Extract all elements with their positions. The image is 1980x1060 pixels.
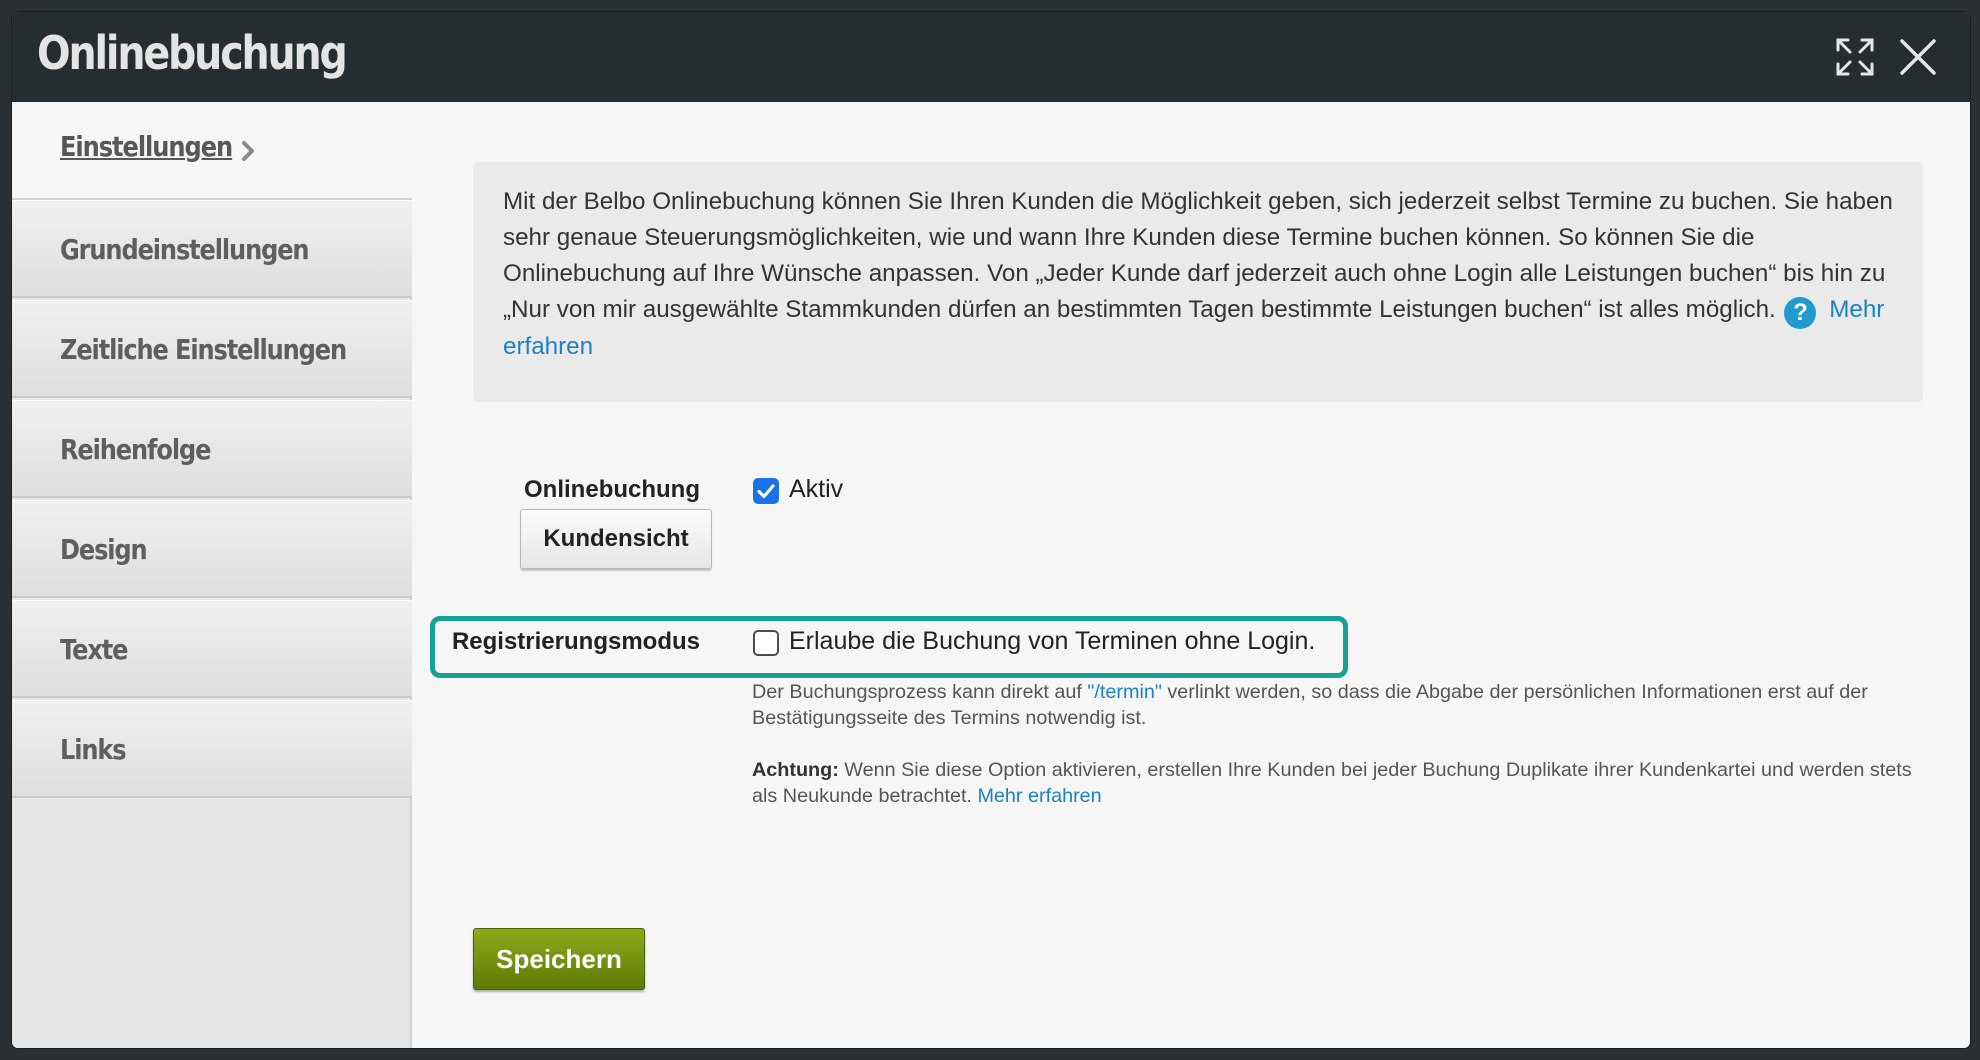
checkmark-icon [757,484,775,499]
expand-icon [1836,38,1874,76]
sidebar-item-reihenfolge[interactable]: Reihenfolge [12,400,412,498]
registrierung-hint: Der Buchungsprozess kann direkt auf "/te… [752,679,1942,731]
aktiv-checkbox-label[interactable]: Aktiv [789,475,843,504]
help-icon[interactable]: ? [1784,297,1817,329]
chevron-right-icon [242,141,254,161]
settings-sidebar: Einstellungen Grundeinstellungen Zeitlic… [12,102,412,1048]
warning-label: Achtung: [752,759,839,781]
kundensicht-button[interactable]: Kundensicht [520,509,712,569]
warning-more-link[interactable]: Mehr erfahren [977,785,1101,807]
info-box: Mit der Belbo Onlinebuchung können Sie I… [473,162,1923,402]
sidebar-item-label: Texte [60,633,128,666]
info-text: Mit der Belbo Onlinebuchung können Sie I… [503,188,1893,323]
sidebar-item-label: Grundeinstellungen [60,233,310,266]
registrierungsmodus-label: Registrierungsmodus [451,628,700,655]
close-button[interactable] [1895,34,1941,80]
sidebar-item-links[interactable]: Links [12,700,412,798]
registrierung-warning: Achtung: Wenn Sie diese Option aktiviere… [752,757,1942,809]
dialog-window: Onlinebuchung Einstellungen Grundeinstel… [12,12,1970,1048]
sidebar-item-einstellungen[interactable]: Einstellungen [12,102,412,200]
dialog-title: Onlinebuchung [37,26,348,80]
title-bar: Onlinebuchung [12,12,1970,102]
onlinebuchung-label: Onlinebuchung [524,476,700,503]
sidebar-item-label: Zeitliche Einstellungen [60,333,347,366]
sidebar-item-design[interactable]: Design [12,500,412,598]
sidebar-item-grundeinstellungen[interactable]: Grundeinstellungen [12,200,412,298]
hint-text-before: Der Buchungsprozess kann direkt auf [752,681,1088,703]
aktiv-checkbox[interactable] [753,478,779,504]
save-button[interactable]: Speichern [473,928,645,990]
sidebar-item-texte[interactable]: Texte [12,600,412,698]
ohne-login-checkbox-label[interactable]: Erlaube die Buchung von Terminen ohne Lo… [789,627,1315,656]
close-icon [1900,39,1936,75]
ohne-login-checkbox[interactable] [753,630,779,656]
sidebar-item-label: Design [60,533,148,566]
sidebar-item-label: Reihenfolge [60,433,211,466]
sidebar-item-label: Einstellungen [60,130,233,163]
fullscreen-button[interactable] [1832,34,1878,80]
sidebar-item-zeitliche-einstellungen[interactable]: Zeitliche Einstellungen [12,300,412,398]
termin-link[interactable]: "/termin" [1087,681,1162,703]
sidebar-item-label: Links [60,733,127,766]
warning-text: Wenn Sie diese Option aktivieren, erstel… [752,759,1912,807]
